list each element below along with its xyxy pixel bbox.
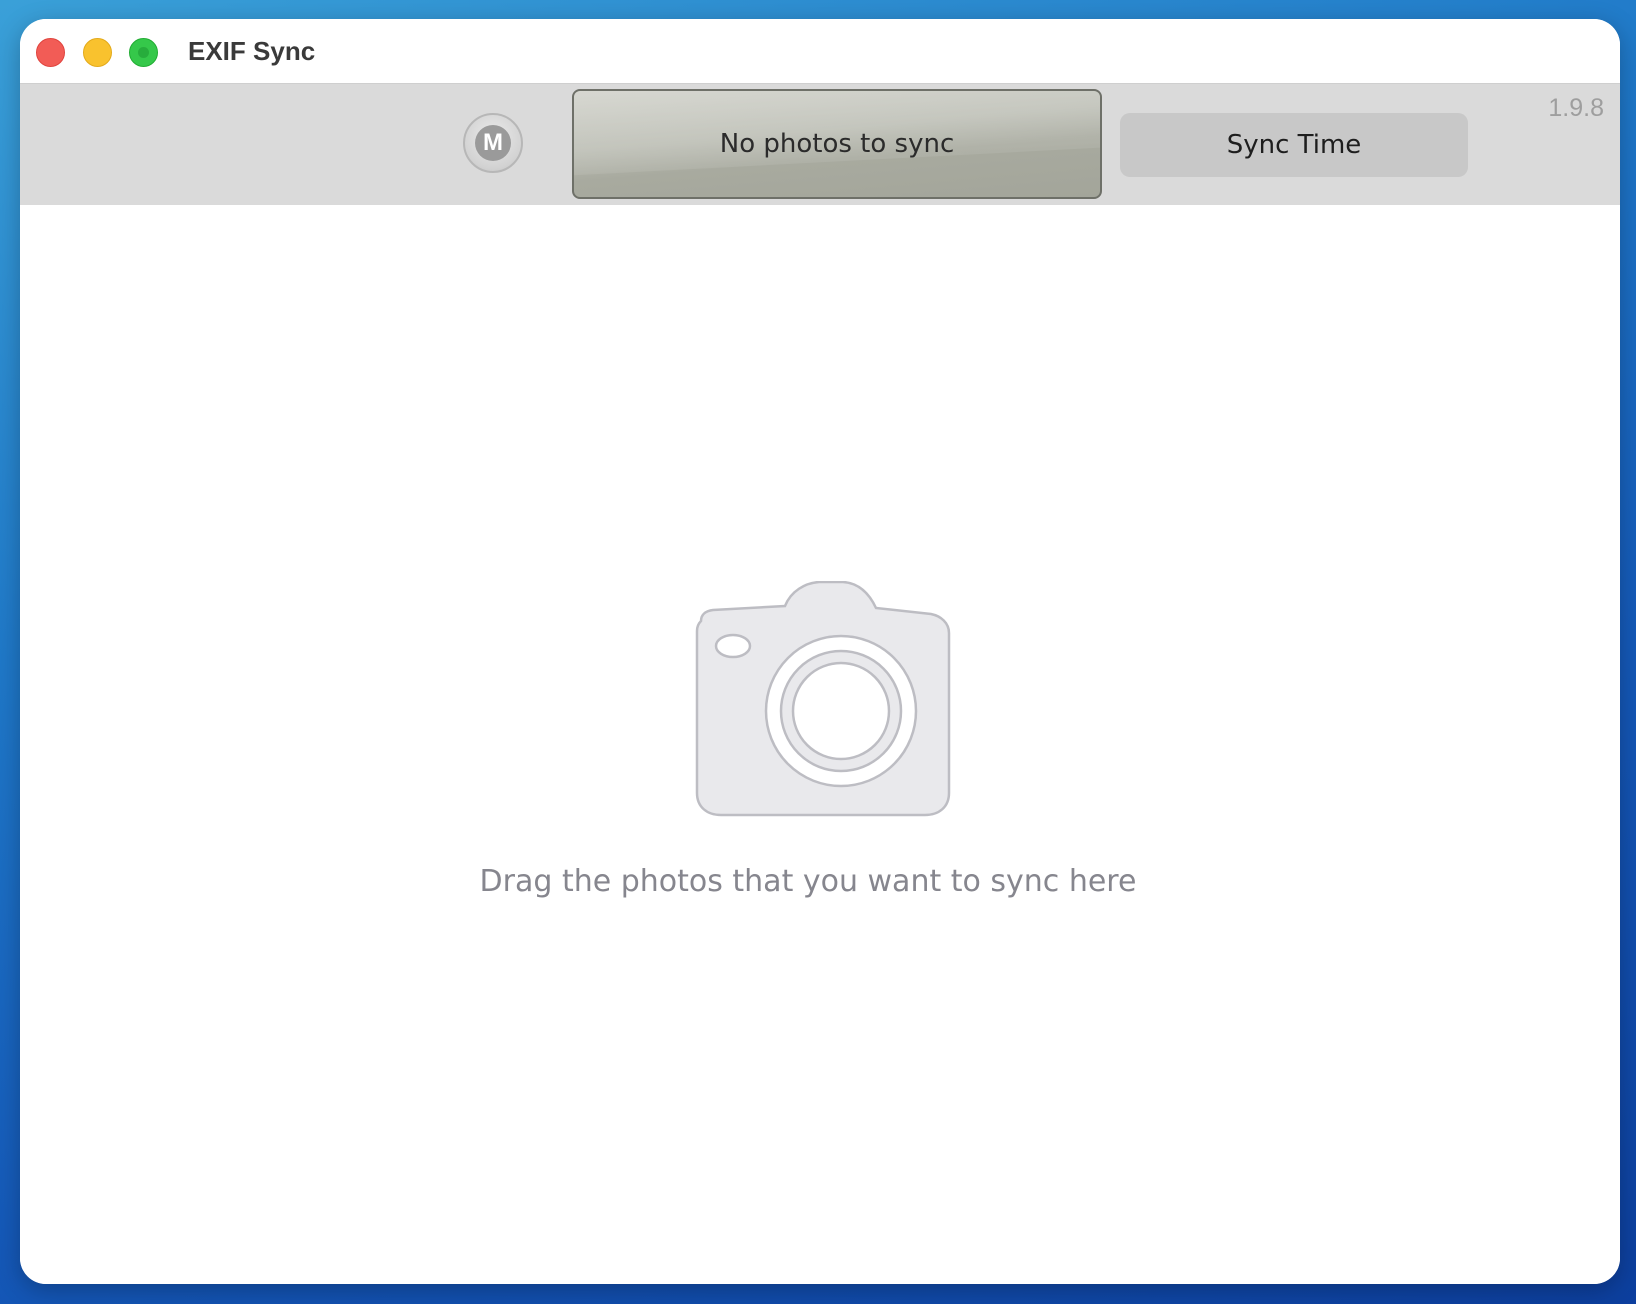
version-label: 1.9.8 [1548, 94, 1604, 122]
status-text: No photos to sync [719, 129, 955, 159]
status-display: No photos to sync [572, 89, 1102, 199]
drop-zone[interactable]: Drag the photos that you want to sync he… [20, 205, 1620, 1284]
mode-button[interactable]: M [463, 113, 523, 173]
minimize-button[interactable] [83, 38, 112, 67]
app-window: EXIF Sync M No photos to sync Sync Time … [20, 19, 1620, 1284]
toolbar: M No photos to sync Sync Time 1.9.8 [20, 83, 1620, 205]
title-bar[interactable]: EXIF Sync [20, 19, 1620, 83]
camera-icon [695, 581, 951, 817]
sync-time-button[interactable]: Sync Time [1120, 113, 1468, 177]
close-button[interactable] [36, 38, 65, 67]
maximize-button[interactable] [129, 38, 158, 67]
drop-hint-text: Drag the photos that you want to sync he… [479, 864, 1137, 899]
mode-button-label: M [475, 125, 511, 161]
window-title: EXIF Sync [188, 36, 316, 66]
